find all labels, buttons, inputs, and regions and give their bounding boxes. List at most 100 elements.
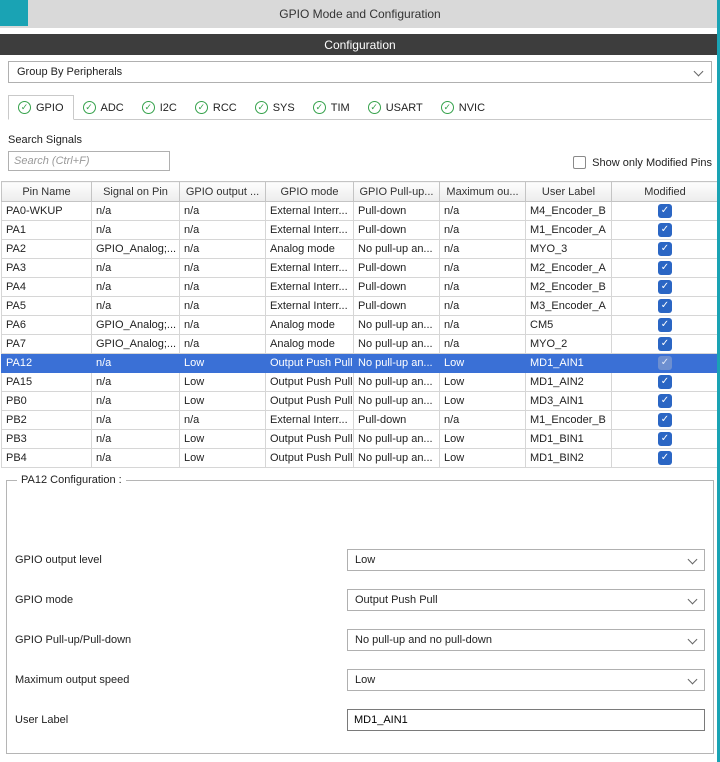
cell-speed[interactable]: n/a: [440, 202, 526, 221]
modified-checkbox[interactable]: ✓: [658, 394, 672, 408]
cell-pin-name[interactable]: PA2: [2, 240, 92, 259]
modified-checkbox[interactable]: ✓: [658, 413, 672, 427]
cell-pin-name[interactable]: PA6: [2, 316, 92, 335]
cell-signal[interactable]: n/a: [92, 297, 180, 316]
cell-pull[interactable]: Pull-down: [354, 278, 440, 297]
cell-user-label[interactable]: MYO_3: [526, 240, 612, 259]
table-row[interactable]: PA5n/an/aExternal Interr...Pull-downn/aM…: [2, 297, 719, 316]
cell-output-level[interactable]: n/a: [180, 202, 266, 221]
column-header[interactable]: Signal on Pin: [92, 182, 180, 202]
modified-checkbox[interactable]: ✓: [658, 318, 672, 332]
cell-output-level[interactable]: n/a: [180, 278, 266, 297]
config-select[interactable]: Low: [347, 669, 705, 691]
table-row[interactable]: PA4n/an/aExternal Interr...Pull-downn/aM…: [2, 278, 719, 297]
column-header[interactable]: User Label: [526, 182, 612, 202]
cell-speed[interactable]: n/a: [440, 240, 526, 259]
tab-tim[interactable]: ✓TIM: [304, 96, 359, 119]
cell-speed[interactable]: Low: [440, 373, 526, 392]
cell-pull[interactable]: Pull-down: [354, 297, 440, 316]
cell-signal[interactable]: n/a: [92, 449, 180, 468]
cell-user-label[interactable]: M1_Encoder_B: [526, 411, 612, 430]
table-row[interactable]: PA6GPIO_Analog;...n/aAnalog modeNo pull-…: [2, 316, 719, 335]
modified-checkbox[interactable]: ✓: [658, 242, 672, 256]
modified-checkbox[interactable]: ✓: [658, 261, 672, 275]
cell-gpio-mode[interactable]: Output Push Pull: [266, 373, 354, 392]
tab-usart[interactable]: ✓USART: [359, 96, 432, 119]
cell-user-label[interactable]: M4_Encoder_B: [526, 202, 612, 221]
cell-signal[interactable]: n/a: [92, 354, 180, 373]
cell-pull[interactable]: No pull-up an...: [354, 373, 440, 392]
search-input[interactable]: [8, 151, 170, 171]
cell-pin-name[interactable]: PB3: [2, 430, 92, 449]
cell-gpio-mode[interactable]: External Interr...: [266, 278, 354, 297]
column-header[interactable]: Maximum ou...: [440, 182, 526, 202]
tab-i2c[interactable]: ✓I2C: [133, 96, 186, 119]
cell-speed[interactable]: n/a: [440, 335, 526, 354]
modified-checkbox[interactable]: ✓: [658, 451, 672, 465]
cell-pull[interactable]: No pull-up an...: [354, 449, 440, 468]
table-row[interactable]: PA7GPIO_Analog;...n/aAnalog modeNo pull-…: [2, 335, 719, 354]
cell-user-label[interactable]: M1_Encoder_A: [526, 221, 612, 240]
cell-pull[interactable]: Pull-down: [354, 411, 440, 430]
cell-output-level[interactable]: n/a: [180, 411, 266, 430]
column-header[interactable]: GPIO Pull-up...: [354, 182, 440, 202]
cell-user-label[interactable]: M2_Encoder_A: [526, 259, 612, 278]
table-row[interactable]: PA2GPIO_Analog;...n/aAnalog modeNo pull-…: [2, 240, 719, 259]
cell-user-label[interactable]: M3_Encoder_A: [526, 297, 612, 316]
cell-pull[interactable]: Pull-down: [354, 259, 440, 278]
tab-gpio[interactable]: ✓GPIO: [8, 95, 74, 120]
config-select[interactable]: Output Push Pull: [347, 589, 705, 611]
cell-pull[interactable]: No pull-up an...: [354, 392, 440, 411]
cell-gpio-mode[interactable]: External Interr...: [266, 297, 354, 316]
cell-signal[interactable]: GPIO_Analog;...: [92, 240, 180, 259]
cell-user-label[interactable]: M2_Encoder_B: [526, 278, 612, 297]
config-select[interactable]: Low: [347, 549, 705, 571]
cell-user-label[interactable]: MYO_2: [526, 335, 612, 354]
cell-signal[interactable]: GPIO_Analog;...: [92, 335, 180, 354]
cell-pin-name[interactable]: PA7: [2, 335, 92, 354]
cell-user-label[interactable]: MD1_AIN1: [526, 354, 612, 373]
show-modified-filter[interactable]: Show only Modified Pins: [573, 156, 712, 169]
cell-signal[interactable]: GPIO_Analog;...: [92, 316, 180, 335]
cell-output-level[interactable]: Low: [180, 373, 266, 392]
modified-checkbox[interactable]: ✓: [658, 299, 672, 313]
cell-speed[interactable]: Low: [440, 354, 526, 373]
cell-pin-name[interactable]: PB4: [2, 449, 92, 468]
cell-pull[interactable]: No pull-up an...: [354, 240, 440, 259]
column-header[interactable]: GPIO mode: [266, 182, 354, 202]
cell-output-level[interactable]: n/a: [180, 259, 266, 278]
cell-gpio-mode[interactable]: External Interr...: [266, 221, 354, 240]
tab-adc[interactable]: ✓ADC: [74, 96, 133, 119]
cell-speed[interactable]: Low: [440, 449, 526, 468]
cell-signal[interactable]: n/a: [92, 430, 180, 449]
cell-output-level[interactable]: n/a: [180, 316, 266, 335]
cell-user-label[interactable]: MD1_BIN2: [526, 449, 612, 468]
cell-output-level[interactable]: Low: [180, 449, 266, 468]
cell-pull[interactable]: No pull-up an...: [354, 430, 440, 449]
cell-gpio-mode[interactable]: External Interr...: [266, 411, 354, 430]
cell-gpio-mode[interactable]: Output Push Pull: [266, 392, 354, 411]
cell-gpio-mode[interactable]: Output Push Pull: [266, 430, 354, 449]
modified-checkbox[interactable]: ✓: [658, 356, 672, 370]
modified-checkbox[interactable]: ✓: [658, 223, 672, 237]
cell-gpio-mode[interactable]: Output Push Pull: [266, 449, 354, 468]
cell-output-level[interactable]: n/a: [180, 240, 266, 259]
cell-pin-name[interactable]: PA12: [2, 354, 92, 373]
cell-signal[interactable]: n/a: [92, 221, 180, 240]
tab-rcc[interactable]: ✓RCC: [186, 96, 246, 119]
cell-gpio-mode[interactable]: Analog mode: [266, 335, 354, 354]
group-by-select[interactable]: Group By Peripherals: [8, 61, 712, 83]
config-select[interactable]: No pull-up and no pull-down: [347, 629, 705, 651]
cell-output-level[interactable]: Low: [180, 392, 266, 411]
cell-speed[interactable]: n/a: [440, 221, 526, 240]
cell-output-level[interactable]: n/a: [180, 221, 266, 240]
cell-pull[interactable]: No pull-up an...: [354, 316, 440, 335]
cell-gpio-mode[interactable]: External Interr...: [266, 259, 354, 278]
cell-signal[interactable]: n/a: [92, 202, 180, 221]
tab-nvic[interactable]: ✓NVIC: [432, 96, 494, 119]
cell-gpio-mode[interactable]: Analog mode: [266, 240, 354, 259]
cell-signal[interactable]: n/a: [92, 278, 180, 297]
cell-pull[interactable]: No pull-up an...: [354, 354, 440, 373]
modified-checkbox[interactable]: ✓: [658, 204, 672, 218]
cell-signal[interactable]: n/a: [92, 259, 180, 278]
